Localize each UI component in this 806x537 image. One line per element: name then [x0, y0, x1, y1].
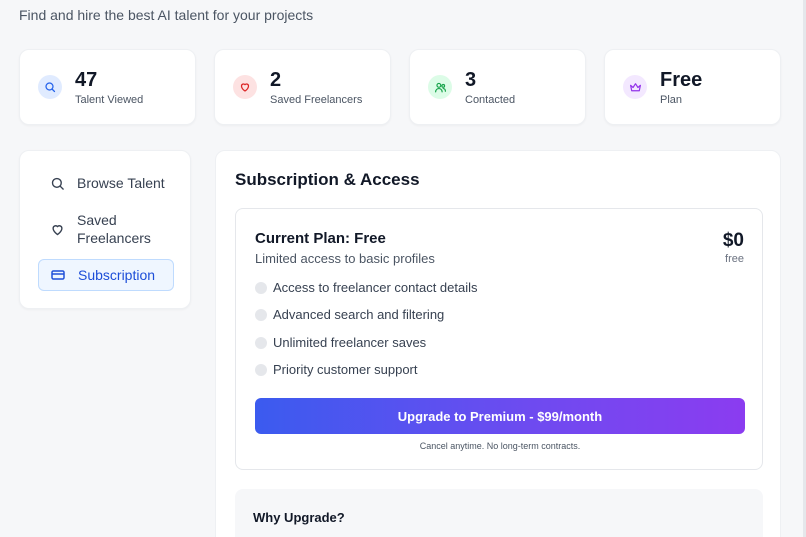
plan-title: Current Plan: Free	[255, 230, 386, 247]
subscription-panel: Subscription & Access Current Plan: Free…	[215, 150, 781, 537]
feature-label: Unlimited freelancer saves	[273, 335, 427, 350]
why-upgrade-title: Why Upgrade?	[253, 510, 345, 525]
feature-item: Access to freelancer contact details	[255, 280, 478, 295]
feature-label: Advanced search and filtering	[273, 307, 445, 322]
current-plan-card: Current Plan: Free Limited access to bas…	[235, 208, 763, 470]
stat-card-contacted: 3 Contacted	[409, 49, 586, 125]
plan-price-note: free	[725, 253, 744, 265]
stat-value: 47	[75, 69, 98, 91]
stat-card-talent-viewed: 47 Talent Viewed	[19, 49, 196, 125]
sidebar-item-subscription[interactable]: Subscription	[38, 259, 174, 291]
stat-label: Contacted	[465, 94, 516, 106]
stat-label: Plan	[660, 94, 683, 106]
stat-label: Talent Viewed	[75, 94, 144, 106]
plan-description: Limited access to basic profiles	[255, 251, 435, 266]
search-icon	[38, 75, 62, 99]
stat-label: Saved Freelancers	[270, 94, 363, 106]
sidebar-item-saved-freelancers[interactable]: Saved Freelancers	[38, 210, 174, 248]
bullet-dot-icon	[255, 363, 267, 376]
plan-price: $0	[722, 230, 744, 251]
feature-item: Unlimited freelancer saves	[255, 335, 426, 350]
feature-label: Access to freelancer contact details	[273, 280, 478, 295]
stat-value: 3	[465, 69, 477, 91]
bullet-dot-icon	[255, 308, 267, 321]
feature-item: Advanced search and filtering	[255, 307, 444, 322]
section-title: Subscription & Access	[235, 170, 420, 189]
bullet-dot-icon	[255, 336, 267, 349]
cancel-note: Cancel anytime. No long-term contracts.	[419, 441, 581, 451]
sidebar-nav: Browse Talent Saved Freelancers Subscrip…	[19, 150, 191, 309]
stat-value: Free	[660, 69, 703, 91]
sidebar-item-label: Browse Talent	[77, 175, 165, 191]
crown-icon	[623, 75, 647, 99]
bullet-dot-icon	[255, 281, 267, 294]
users-icon	[428, 75, 452, 99]
sidebar-item-label: Saved Freelancers	[77, 212, 151, 246]
credit-card-icon	[49, 266, 67, 284]
page-subtitle: Find and hire the best AI talent for you…	[19, 7, 314, 23]
stat-card-plan: Free Plan	[604, 49, 781, 125]
heart-icon	[48, 220, 66, 238]
feature-item: Priority customer support	[255, 362, 418, 377]
upgrade-premium-button[interactable]: Upgrade to Premium - $99/month	[255, 398, 745, 434]
stat-card-saved-freelancers: 2 Saved Freelancers	[214, 49, 391, 125]
sidebar-item-label: Subscription	[78, 267, 156, 283]
stat-value: 2	[270, 69, 282, 91]
feature-label: Priority customer support	[273, 362, 418, 377]
why-upgrade-card: Why Upgrade?	[235, 489, 763, 537]
sidebar-item-browse-talent[interactable]: Browse Talent	[38, 172, 174, 194]
search-icon	[48, 174, 66, 192]
heart-icon	[233, 75, 257, 99]
